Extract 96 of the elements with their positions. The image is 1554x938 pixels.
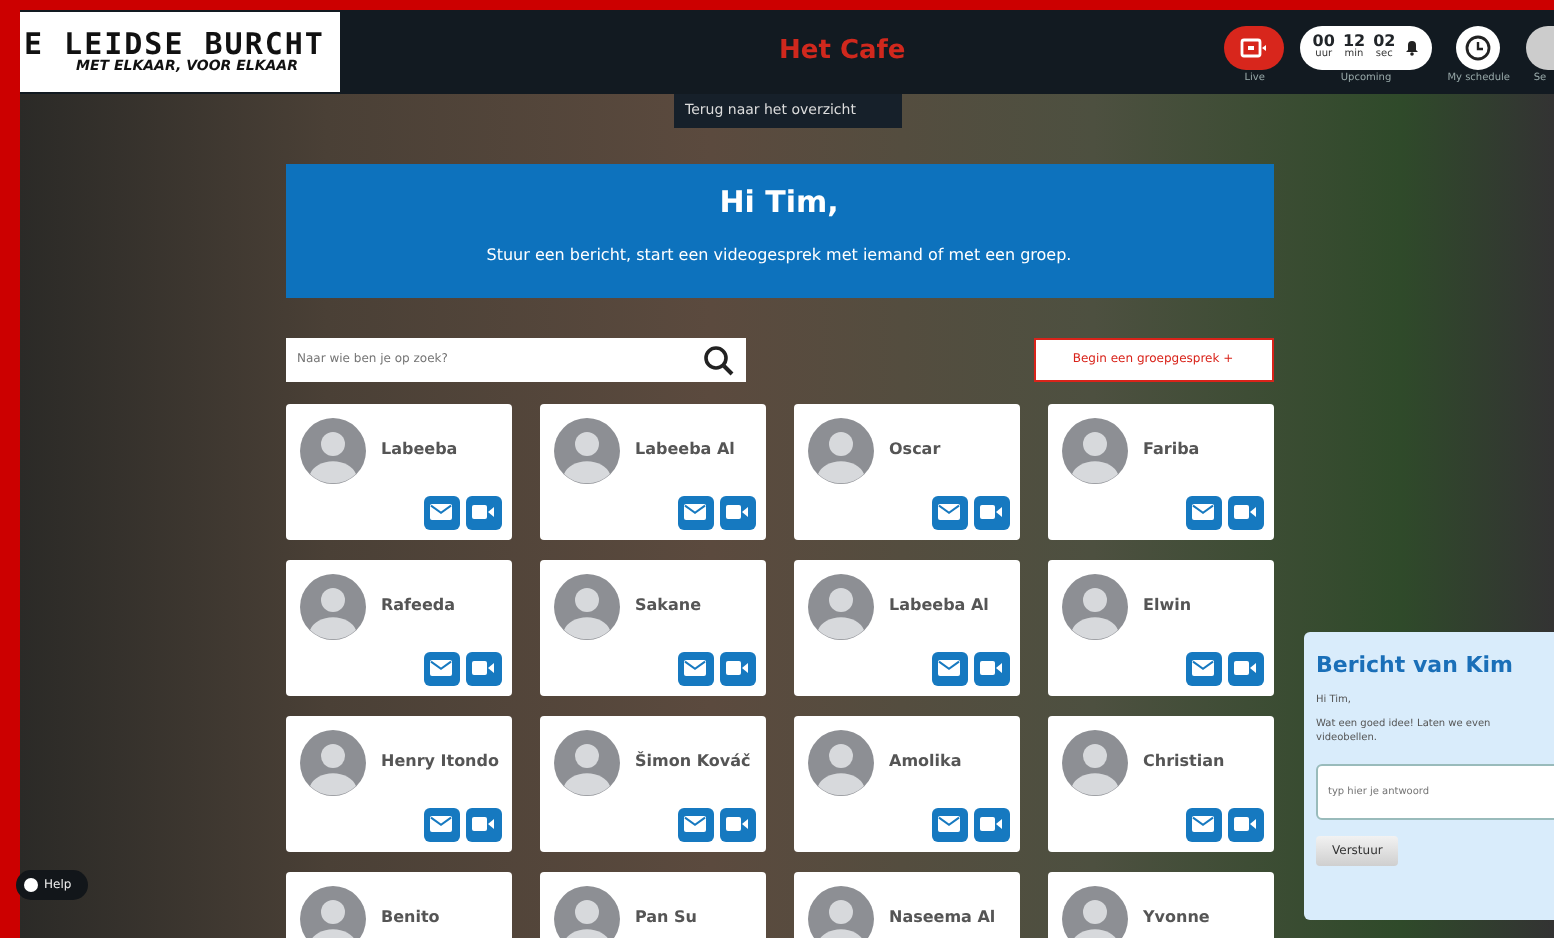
avatar-icon — [553, 573, 619, 639]
contact-name: Labeeba Al — [635, 438, 735, 462]
contact-name: Labeeba Al — [889, 594, 989, 618]
message-button[interactable] — [1185, 651, 1221, 685]
avatar-icon — [1061, 885, 1127, 938]
schedule-button[interactable] — [1456, 25, 1501, 70]
contact-name: Fariba — [1143, 438, 1200, 462]
avatar-icon — [553, 885, 619, 938]
envelope-icon — [1192, 504, 1214, 520]
video-camera-icon — [472, 504, 494, 520]
avatar-icon — [807, 417, 873, 483]
avatar-icon — [553, 417, 619, 483]
avatar-icon — [553, 729, 619, 795]
greeting-title: Hi Tim, — [717, 183, 841, 219]
avatar-icon — [299, 885, 365, 938]
message-button[interactable] — [931, 807, 967, 841]
video-call-button[interactable] — [1227, 495, 1263, 529]
clock-icon — [1464, 33, 1493, 62]
contact-name: Sakane — [635, 594, 701, 618]
message-button[interactable] — [1185, 807, 1221, 841]
video-call-button[interactable] — [719, 807, 755, 841]
envelope-icon — [938, 504, 960, 520]
message-button[interactable] — [423, 495, 459, 529]
message-button[interactable] — [931, 495, 967, 529]
envelope-icon — [430, 504, 452, 520]
avatar-icon — [807, 885, 873, 938]
contact-name: Rafeeda — [381, 594, 456, 618]
avatar-icon — [299, 573, 365, 639]
timer-value: 12 — [1342, 34, 1366, 51]
contact-name: Amolika — [889, 750, 962, 774]
video-icon — [1240, 37, 1269, 58]
avatar-icon — [807, 573, 873, 639]
contact-name: Benito — [381, 906, 440, 930]
contact-name: Yvonne — [1143, 906, 1210, 930]
video-camera-icon — [980, 660, 1002, 676]
avatar-icon — [299, 729, 365, 795]
video-call-button[interactable] — [465, 495, 501, 529]
video-camera-icon — [472, 816, 494, 832]
avatar-icon — [1061, 417, 1127, 483]
live-button[interactable] — [1224, 25, 1285, 70]
avatar-icon — [299, 417, 365, 483]
contact-name: Oscar — [889, 438, 941, 462]
video-camera-icon — [980, 816, 1002, 832]
envelope-icon — [684, 660, 706, 676]
video-call-button[interactable] — [465, 651, 501, 685]
video-call-button[interactable] — [465, 807, 501, 841]
logo-title: E LEIDSE BURCHT — [24, 30, 327, 60]
video-camera-icon — [726, 660, 748, 676]
message-button[interactable] — [423, 651, 459, 685]
avatar-icon — [1061, 729, 1127, 795]
envelope-icon — [684, 816, 706, 832]
video-camera-icon — [980, 504, 1002, 520]
envelope-icon — [430, 816, 452, 832]
video-call-button[interactable] — [973, 807, 1009, 841]
message-button[interactable] — [1185, 495, 1221, 529]
message-button[interactable] — [423, 807, 459, 841]
envelope-icon — [1192, 660, 1214, 676]
envelope-icon — [1192, 816, 1214, 832]
timer-value: 02 — [1373, 34, 1396, 51]
contact-name: Labeeba — [381, 438, 458, 462]
video-camera-icon — [1234, 816, 1256, 832]
contact-name: Šimon Kováč — [635, 750, 751, 774]
search-icon — [701, 343, 733, 375]
message-button[interactable] — [677, 495, 713, 529]
video-call-button[interactable] — [719, 495, 755, 529]
envelope-icon — [938, 816, 960, 832]
avatar-icon — [1061, 573, 1127, 639]
envelope-icon — [938, 660, 960, 676]
video-camera-icon — [726, 816, 748, 832]
video-camera-icon — [472, 660, 494, 676]
video-call-button[interactable] — [1227, 651, 1263, 685]
help-icon — [24, 878, 38, 892]
message-button[interactable] — [677, 651, 713, 685]
envelope-icon — [684, 504, 706, 520]
timer-value: 00 — [1312, 34, 1335, 51]
contact-name: Christian — [1143, 750, 1225, 774]
bell-icon — [1403, 38, 1420, 57]
video-call-button[interactable] — [973, 495, 1009, 529]
profile-avatar[interactable] — [1526, 25, 1554, 70]
avatar-icon — [807, 729, 873, 795]
contact-name: Naseema Al — [889, 906, 996, 930]
contact-name: Henry Itondo — [381, 750, 499, 774]
contact-name: Pan Su — [635, 906, 697, 930]
message-button[interactable] — [931, 651, 967, 685]
video-camera-icon — [1234, 660, 1256, 676]
video-call-button[interactable] — [973, 651, 1009, 685]
greeting-text: Stuur een bericht, start een videogesprek met iemand of met een groep. — [484, 243, 1074, 267]
page-title: Het Cafe — [777, 34, 908, 71]
video-camera-icon — [1234, 504, 1256, 520]
message-button[interactable] — [677, 807, 713, 841]
video-call-button[interactable] — [1227, 807, 1263, 841]
message-title: Bericht van Kim — [1316, 652, 1515, 679]
envelope-icon — [430, 660, 452, 676]
video-camera-icon — [726, 504, 748, 520]
contact-name: Elwin — [1143, 594, 1192, 618]
video-call-button[interactable] — [719, 651, 755, 685]
